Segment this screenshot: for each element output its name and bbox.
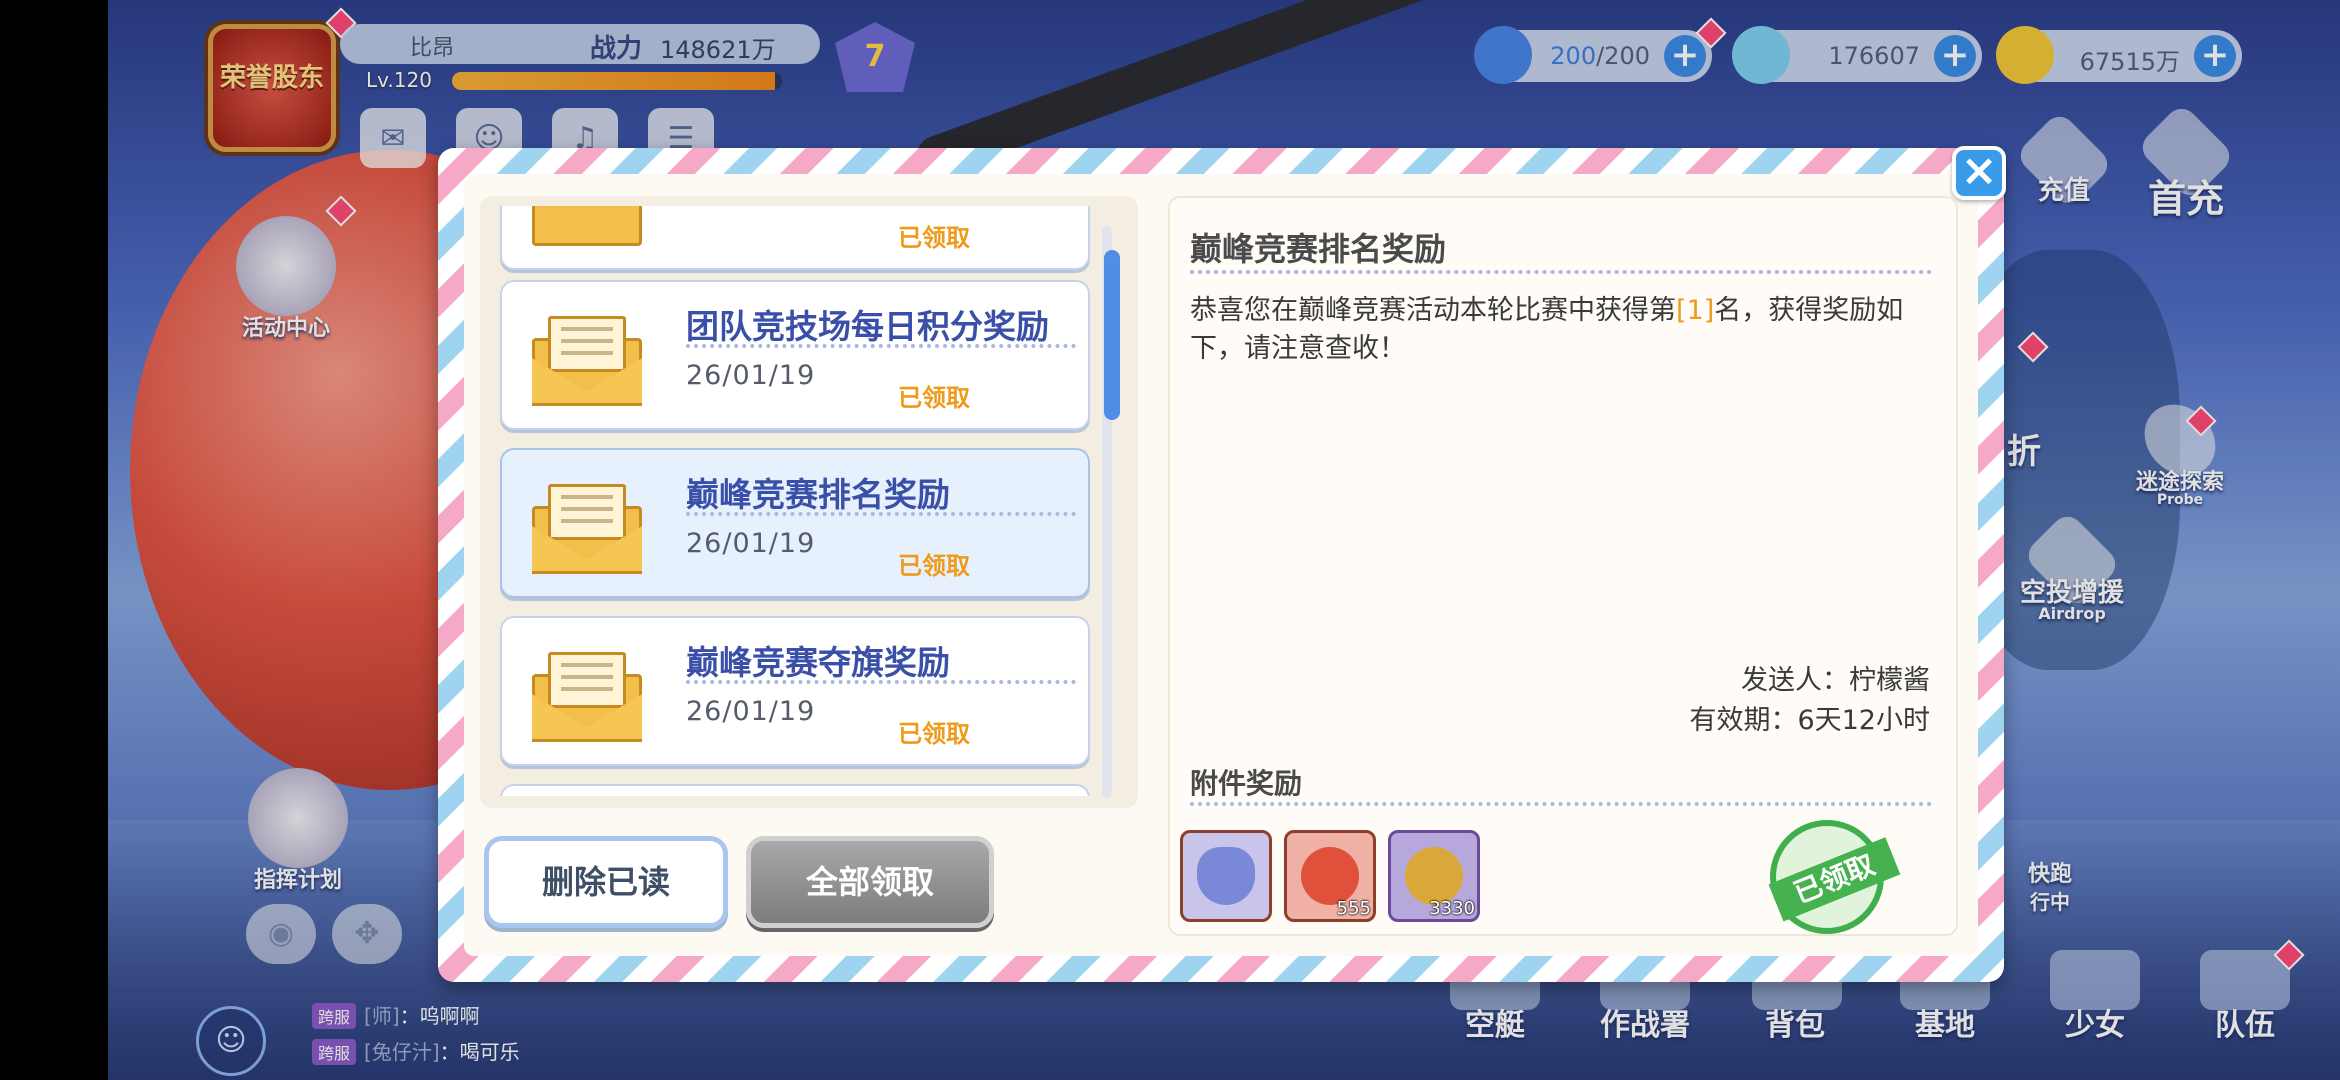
- divider: [686, 344, 1076, 348]
- envelope-icon: [532, 644, 642, 742]
- mail-list-scroll-thumb[interactable]: [1104, 250, 1120, 420]
- mail-status: 已领取: [898, 720, 970, 748]
- mail-expiry: 有效期：6天12小时: [1689, 705, 1930, 736]
- mail-status: 已领取: [898, 384, 970, 412]
- attachment-item[interactable]: 555: [1284, 830, 1376, 922]
- gold-medal-icon: [1405, 847, 1463, 905]
- divider: [686, 680, 1076, 684]
- red-medal-icon: [1301, 847, 1359, 905]
- close-button[interactable]: ×: [1952, 146, 2006, 200]
- mail-detail-title: 巅峰竞赛排名奖励: [1190, 230, 1447, 268]
- mail-date: 26/01/19: [686, 696, 816, 727]
- attachments-label: 附件奖励: [1190, 767, 1303, 800]
- mail-item-selected[interactable]: 巅峰竞赛排名奖励 26/01/19 已领取: [500, 448, 1090, 598]
- mail-list-viewport: 已领取 团队竞技场每日积分奖励 26/01/19 已领取 巅峰竞赛排名奖励 26…: [480, 206, 1110, 796]
- claim-all-button[interactable]: 全部领取: [746, 836, 994, 928]
- divider: [1190, 802, 1932, 806]
- left-black-bar: [0, 0, 108, 1080]
- attachment-item[interactable]: 3330: [1388, 830, 1480, 922]
- mail-title: 巅峰竞赛排名奖励: [686, 475, 950, 514]
- envelope-icon: [532, 308, 642, 406]
- heart-frame-icon: [1197, 847, 1255, 905]
- mail-date: 26/01/19: [686, 528, 816, 559]
- mail-sender: 发送人：柠檬酱: [1741, 665, 1930, 696]
- divider: [686, 512, 1076, 516]
- mail-title: 团队竞技场每日积分奖励: [686, 307, 1049, 346]
- mail-status: 已领取: [898, 224, 970, 252]
- attachment-qty: 3330: [1429, 898, 1475, 919]
- mail-date: 26/01/19: [686, 360, 816, 391]
- mail-status: 已领取: [898, 552, 970, 580]
- mail-item[interactable]: 巅峰竞赛夺旗奖励 26/01/19 已领取: [500, 616, 1090, 766]
- mail-item[interactable]: 团队竞技场每日积分奖励 26/01/19 已领取: [500, 280, 1090, 430]
- divider: [1190, 270, 1932, 274]
- mail-detail-body: 恭喜您在巅峰竞赛活动本轮比赛中获得第[1]名，获得奖励如下，请注意查收！: [1190, 295, 1904, 364]
- mail-list[interactable]: 已领取 团队竞技场每日积分奖励 26/01/19 已领取 巅峰竞赛排名奖励 26…: [480, 196, 1138, 808]
- rank-highlight: [1]: [1676, 295, 1715, 326]
- delete-read-button[interactable]: 删除已读: [484, 836, 728, 928]
- envelope-icon: [532, 206, 642, 246]
- envelope-icon: [532, 476, 642, 574]
- mail-title: 巅峰竞赛夺旗奖励: [686, 643, 950, 682]
- attachment-item[interactable]: [1180, 830, 1272, 922]
- attachment-qty: 555: [1336, 898, 1371, 919]
- mail-item-partial[interactable]: [500, 784, 1090, 796]
- mail-item-partial[interactable]: 已领取: [500, 206, 1090, 270]
